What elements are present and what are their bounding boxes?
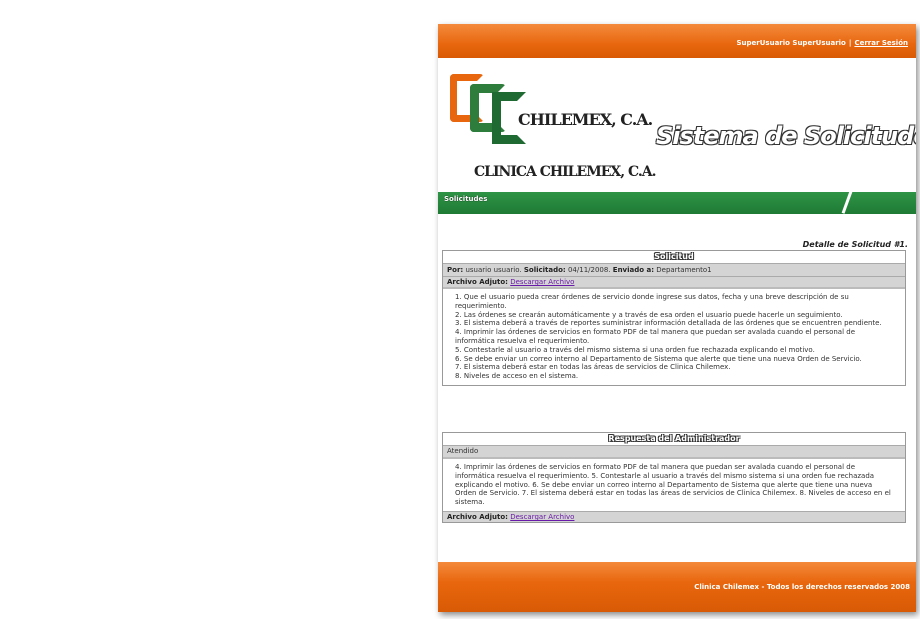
solicitado-label: Solicitado: [523, 266, 566, 274]
por-label: Por: [447, 266, 464, 274]
nav-divider [841, 188, 854, 214]
request-line: 6. Se debe enviar un correo interno al D… [455, 354, 862, 363]
por-value: usuario usuario. [465, 266, 522, 274]
request-panel: Solicitud Por: usuario usuario. Solicita… [442, 250, 906, 386]
request-body: 1. Que el usuario pueda crear órdenes de… [443, 287, 905, 385]
status-badge: Atendido [443, 445, 905, 457]
user-links: SuperUsuario SuperUsuario | Cerrar Sesión [737, 39, 908, 47]
request-attachment-row: Archivo Adjuto: Descargar Archivo [443, 276, 905, 287]
attach-label: Archivo Adjuto: [447, 512, 508, 521]
enviado-value: Departamento1 [656, 266, 712, 274]
request-line: 8. Niveles de acceso en el sistema. [455, 372, 579, 381]
request-line: 1. Que el usuario pueda crear órdenes de… [455, 293, 849, 310]
separator: | [848, 39, 852, 47]
footer: Clinica Chilemex - Todos los derechos re… [438, 562, 916, 612]
response-attachment-row: Archivo Adjuto: Descargar Archivo [443, 510, 905, 522]
header: CHILEMEX, C.A. CLINICA CHILEMEX, C.A. Si… [438, 58, 916, 192]
app-title: Sistema de Solicitudes [656, 122, 916, 150]
request-line: 2. Las órdenes se crearán automáticament… [455, 310, 843, 319]
request-line: 5. Contestarle al usuario a través del m… [455, 345, 815, 354]
attach-label: Archivo Adjuto: [447, 278, 508, 286]
download-attachment-link[interactable]: Descargar Archivo [510, 278, 574, 286]
footer-copyright: Clinica Chilemex - Todos los derechos re… [694, 583, 910, 591]
response-heading: Respuesta del Administrador [443, 433, 905, 445]
logo-clinic-name: CLINICA CHILEMEX, C.A. [474, 164, 656, 180]
download-response-attachment-link[interactable]: Descargar Archivo [510, 513, 574, 521]
app-window: SuperUsuario SuperUsuario | Cerrar Sesión … [438, 24, 916, 612]
username: SuperUsuario SuperUsuario [736, 39, 846, 47]
page-title: Detalle de Solicitud #1. [802, 240, 908, 249]
request-meta: Por: usuario usuario. Solicitado: 04/11/… [443, 263, 905, 276]
response-body: 4. Imprimir las órdenes de servicios en … [443, 457, 905, 511]
response-panel: Respuesta del Administrador Atendido 4. … [442, 432, 906, 523]
chilemex-logo: CHILEMEX, C.A. CLINICA CHILEMEX, C.A. [448, 70, 656, 190]
request-heading: Solicitud [443, 251, 905, 263]
enviado-label: Enviado a: [612, 266, 655, 274]
request-line: 7. El sistema deberá estar en todas las … [455, 363, 731, 372]
request-line: 4. Imprimir las órdenes de servicios en … [455, 328, 855, 345]
solicitado-value: 04/11/2008. [567, 266, 611, 274]
tab-solicitudes[interactable]: Solicitudes [444, 195, 487, 203]
logout-link[interactable]: Cerrar Sesión [854, 39, 908, 47]
request-line: 3. El sistema deberá a través de reporte… [455, 319, 882, 328]
logo-company-name: CHILEMEX, C.A. [518, 110, 653, 129]
top-bar: SuperUsuario SuperUsuario | Cerrar Sesión [438, 24, 916, 58]
nav-bar: Solicitudes [438, 188, 916, 214]
